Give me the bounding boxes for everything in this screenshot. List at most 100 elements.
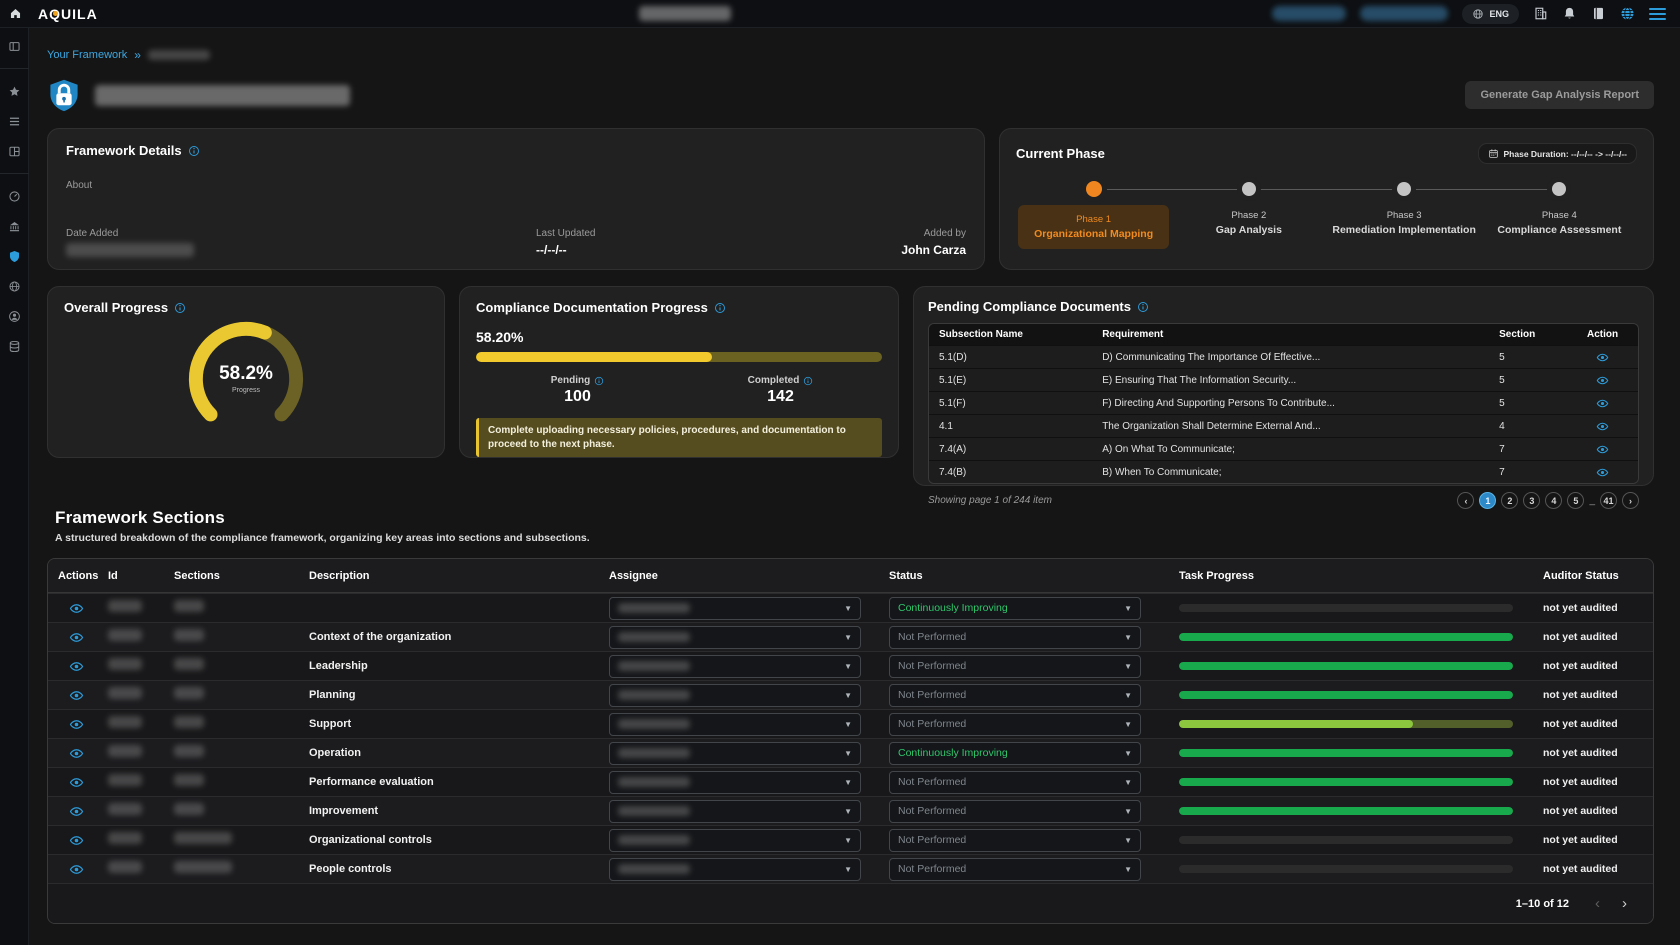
chevron-down-icon: ▼ bbox=[1124, 836, 1132, 845]
info-icon[interactable] bbox=[714, 302, 726, 314]
view-section-button[interactable] bbox=[69, 716, 84, 732]
view-section-button[interactable] bbox=[69, 687, 84, 703]
sidebar-item-database[interactable] bbox=[0, 334, 29, 358]
top-bar: AQUILA ENG bbox=[0, 0, 1680, 28]
sidebar-item-bank[interactable] bbox=[0, 214, 29, 238]
assignee-dropdown[interactable]: ▼ bbox=[609, 655, 861, 678]
sidebar-item-user[interactable] bbox=[0, 304, 29, 328]
pagination-page-2-button[interactable]: 2 bbox=[1501, 492, 1518, 509]
eye-icon bbox=[1596, 466, 1609, 479]
status-dropdown[interactable]: Continuously Improving▼ bbox=[889, 742, 1141, 765]
info-icon[interactable] bbox=[188, 145, 200, 157]
status-dropdown[interactable]: Not Performed▼ bbox=[889, 771, 1141, 794]
view-section-button[interactable] bbox=[69, 832, 84, 848]
chevron-down-icon: ▼ bbox=[844, 836, 852, 845]
info-icon[interactable] bbox=[803, 376, 813, 386]
redacted-action-button[interactable] bbox=[1360, 6, 1448, 21]
bell-button[interactable] bbox=[1562, 5, 1577, 23]
view-section-button[interactable] bbox=[69, 803, 84, 819]
view-document-button[interactable] bbox=[1596, 442, 1609, 457]
sidebar-item-shield[interactable] bbox=[0, 244, 29, 268]
pagination-page-3-button[interactable]: 3 bbox=[1523, 492, 1540, 509]
assignee-dropdown[interactable]: ▼ bbox=[609, 597, 861, 620]
view-section-button[interactable] bbox=[69, 658, 84, 674]
assignee-dropdown[interactable]: ▼ bbox=[609, 626, 861, 649]
assignee-dropdown[interactable]: ▼ bbox=[609, 713, 861, 736]
section-description: Organizational controls bbox=[309, 834, 609, 846]
view-document-button[interactable] bbox=[1596, 419, 1609, 434]
chevron-down-icon: ▼ bbox=[844, 604, 852, 613]
language-selector[interactable]: ENG bbox=[1462, 4, 1519, 24]
view-section-button[interactable] bbox=[69, 629, 84, 645]
pagination-page-41-button[interactable]: 41 bbox=[1600, 492, 1617, 509]
status-value: Not Performed bbox=[898, 689, 966, 701]
sidebar-item-star[interactable] bbox=[0, 79, 29, 103]
view-section-button[interactable] bbox=[69, 774, 84, 790]
assignee-dropdown[interactable]: ▼ bbox=[609, 829, 861, 852]
redacted-assignee bbox=[618, 748, 690, 758]
chevron-down-icon: ▼ bbox=[844, 662, 852, 671]
home-button[interactable] bbox=[0, 7, 30, 20]
info-icon[interactable] bbox=[174, 302, 186, 314]
left-sidebar bbox=[0, 28, 29, 945]
section-description: Operation bbox=[309, 747, 609, 759]
pagination-prev-button[interactable]: ‹ bbox=[1457, 492, 1474, 509]
view-document-button[interactable] bbox=[1596, 373, 1609, 388]
section-description: Improvement bbox=[309, 805, 609, 817]
kanban-icon bbox=[8, 145, 21, 158]
phase-duration-badge: Phase Duration: --/--/-- -> --/--/-- bbox=[1478, 143, 1637, 164]
assignee-dropdown[interactable]: ▼ bbox=[609, 858, 861, 881]
status-dropdown[interactable]: Not Performed▼ bbox=[889, 800, 1141, 823]
sidebar-item-menu[interactable] bbox=[0, 109, 29, 133]
breadcrumb-your-framework[interactable]: Your Framework bbox=[47, 49, 127, 61]
table-prev-page-button[interactable]: ‹ bbox=[1595, 895, 1600, 912]
status-dropdown[interactable]: Not Performed▼ bbox=[889, 713, 1141, 736]
book-button[interactable] bbox=[1591, 5, 1606, 23]
table-next-page-button[interactable]: › bbox=[1622, 895, 1627, 912]
status-dropdown[interactable]: Not Performed▼ bbox=[889, 684, 1141, 707]
info-icon[interactable] bbox=[1137, 301, 1149, 313]
dial-icon bbox=[8, 190, 21, 203]
view-section-button[interactable] bbox=[69, 600, 84, 616]
generate-gap-analysis-report-button[interactable]: Generate Gap Analysis Report bbox=[1465, 81, 1654, 109]
assignee-dropdown[interactable]: ▼ bbox=[609, 771, 861, 794]
view-section-button[interactable] bbox=[69, 861, 84, 877]
redacted-section-code bbox=[174, 658, 204, 670]
sidebar-item-kanban[interactable] bbox=[0, 139, 29, 163]
assignee-dropdown[interactable]: ▼ bbox=[609, 684, 861, 707]
redacted-action-button[interactable] bbox=[1272, 6, 1346, 21]
status-value: Not Performed bbox=[898, 834, 966, 846]
status-dropdown[interactable]: Not Performed▼ bbox=[889, 858, 1141, 881]
globe-icon bbox=[1472, 8, 1484, 20]
task-progress-bar bbox=[1179, 633, 1513, 641]
assignee-dropdown[interactable]: ▼ bbox=[609, 800, 861, 823]
status-dropdown[interactable]: Not Performed ▼ bbox=[889, 829, 1141, 852]
sidebar-item-panel[interactable] bbox=[0, 34, 29, 58]
pagination-next-button[interactable]: › bbox=[1622, 492, 1639, 509]
eye-icon bbox=[69, 659, 84, 674]
subsection-name: 5.1(D) bbox=[929, 346, 1092, 369]
sidebar-item-dial[interactable] bbox=[0, 184, 29, 208]
last-updated-value: --/--/-- bbox=[536, 243, 596, 257]
sections-col-header: Actions bbox=[48, 570, 104, 582]
section-description: Context of the organization bbox=[309, 631, 609, 643]
view-section-button[interactable] bbox=[69, 745, 84, 761]
info-icon[interactable] bbox=[594, 376, 604, 386]
status-dropdown[interactable]: Continuously Improving▼ bbox=[889, 597, 1141, 620]
pagination-page-5-button[interactable]: 5 bbox=[1567, 492, 1584, 509]
help-button[interactable] bbox=[1620, 5, 1635, 23]
assignee-dropdown[interactable]: ▼ bbox=[609, 742, 861, 765]
status-value: Not Performed bbox=[898, 631, 966, 643]
pagination: ‹12345_41› bbox=[1457, 492, 1639, 509]
status-dropdown[interactable]: Not Performed▼ bbox=[889, 655, 1141, 678]
building-button[interactable] bbox=[1533, 5, 1548, 23]
phase-dot bbox=[1397, 182, 1411, 196]
pagination-page-4-button[interactable]: 4 bbox=[1545, 492, 1562, 509]
pagination-page-1-button[interactable]: 1 bbox=[1479, 492, 1496, 509]
view-document-button[interactable] bbox=[1596, 350, 1609, 365]
menu-toggle-button[interactable] bbox=[1649, 8, 1666, 20]
sidebar-item-globe[interactable] bbox=[0, 274, 29, 298]
status-dropdown[interactable]: Not Performed▼ bbox=[889, 626, 1141, 649]
view-document-button[interactable] bbox=[1596, 465, 1609, 480]
view-document-button[interactable] bbox=[1596, 396, 1609, 411]
